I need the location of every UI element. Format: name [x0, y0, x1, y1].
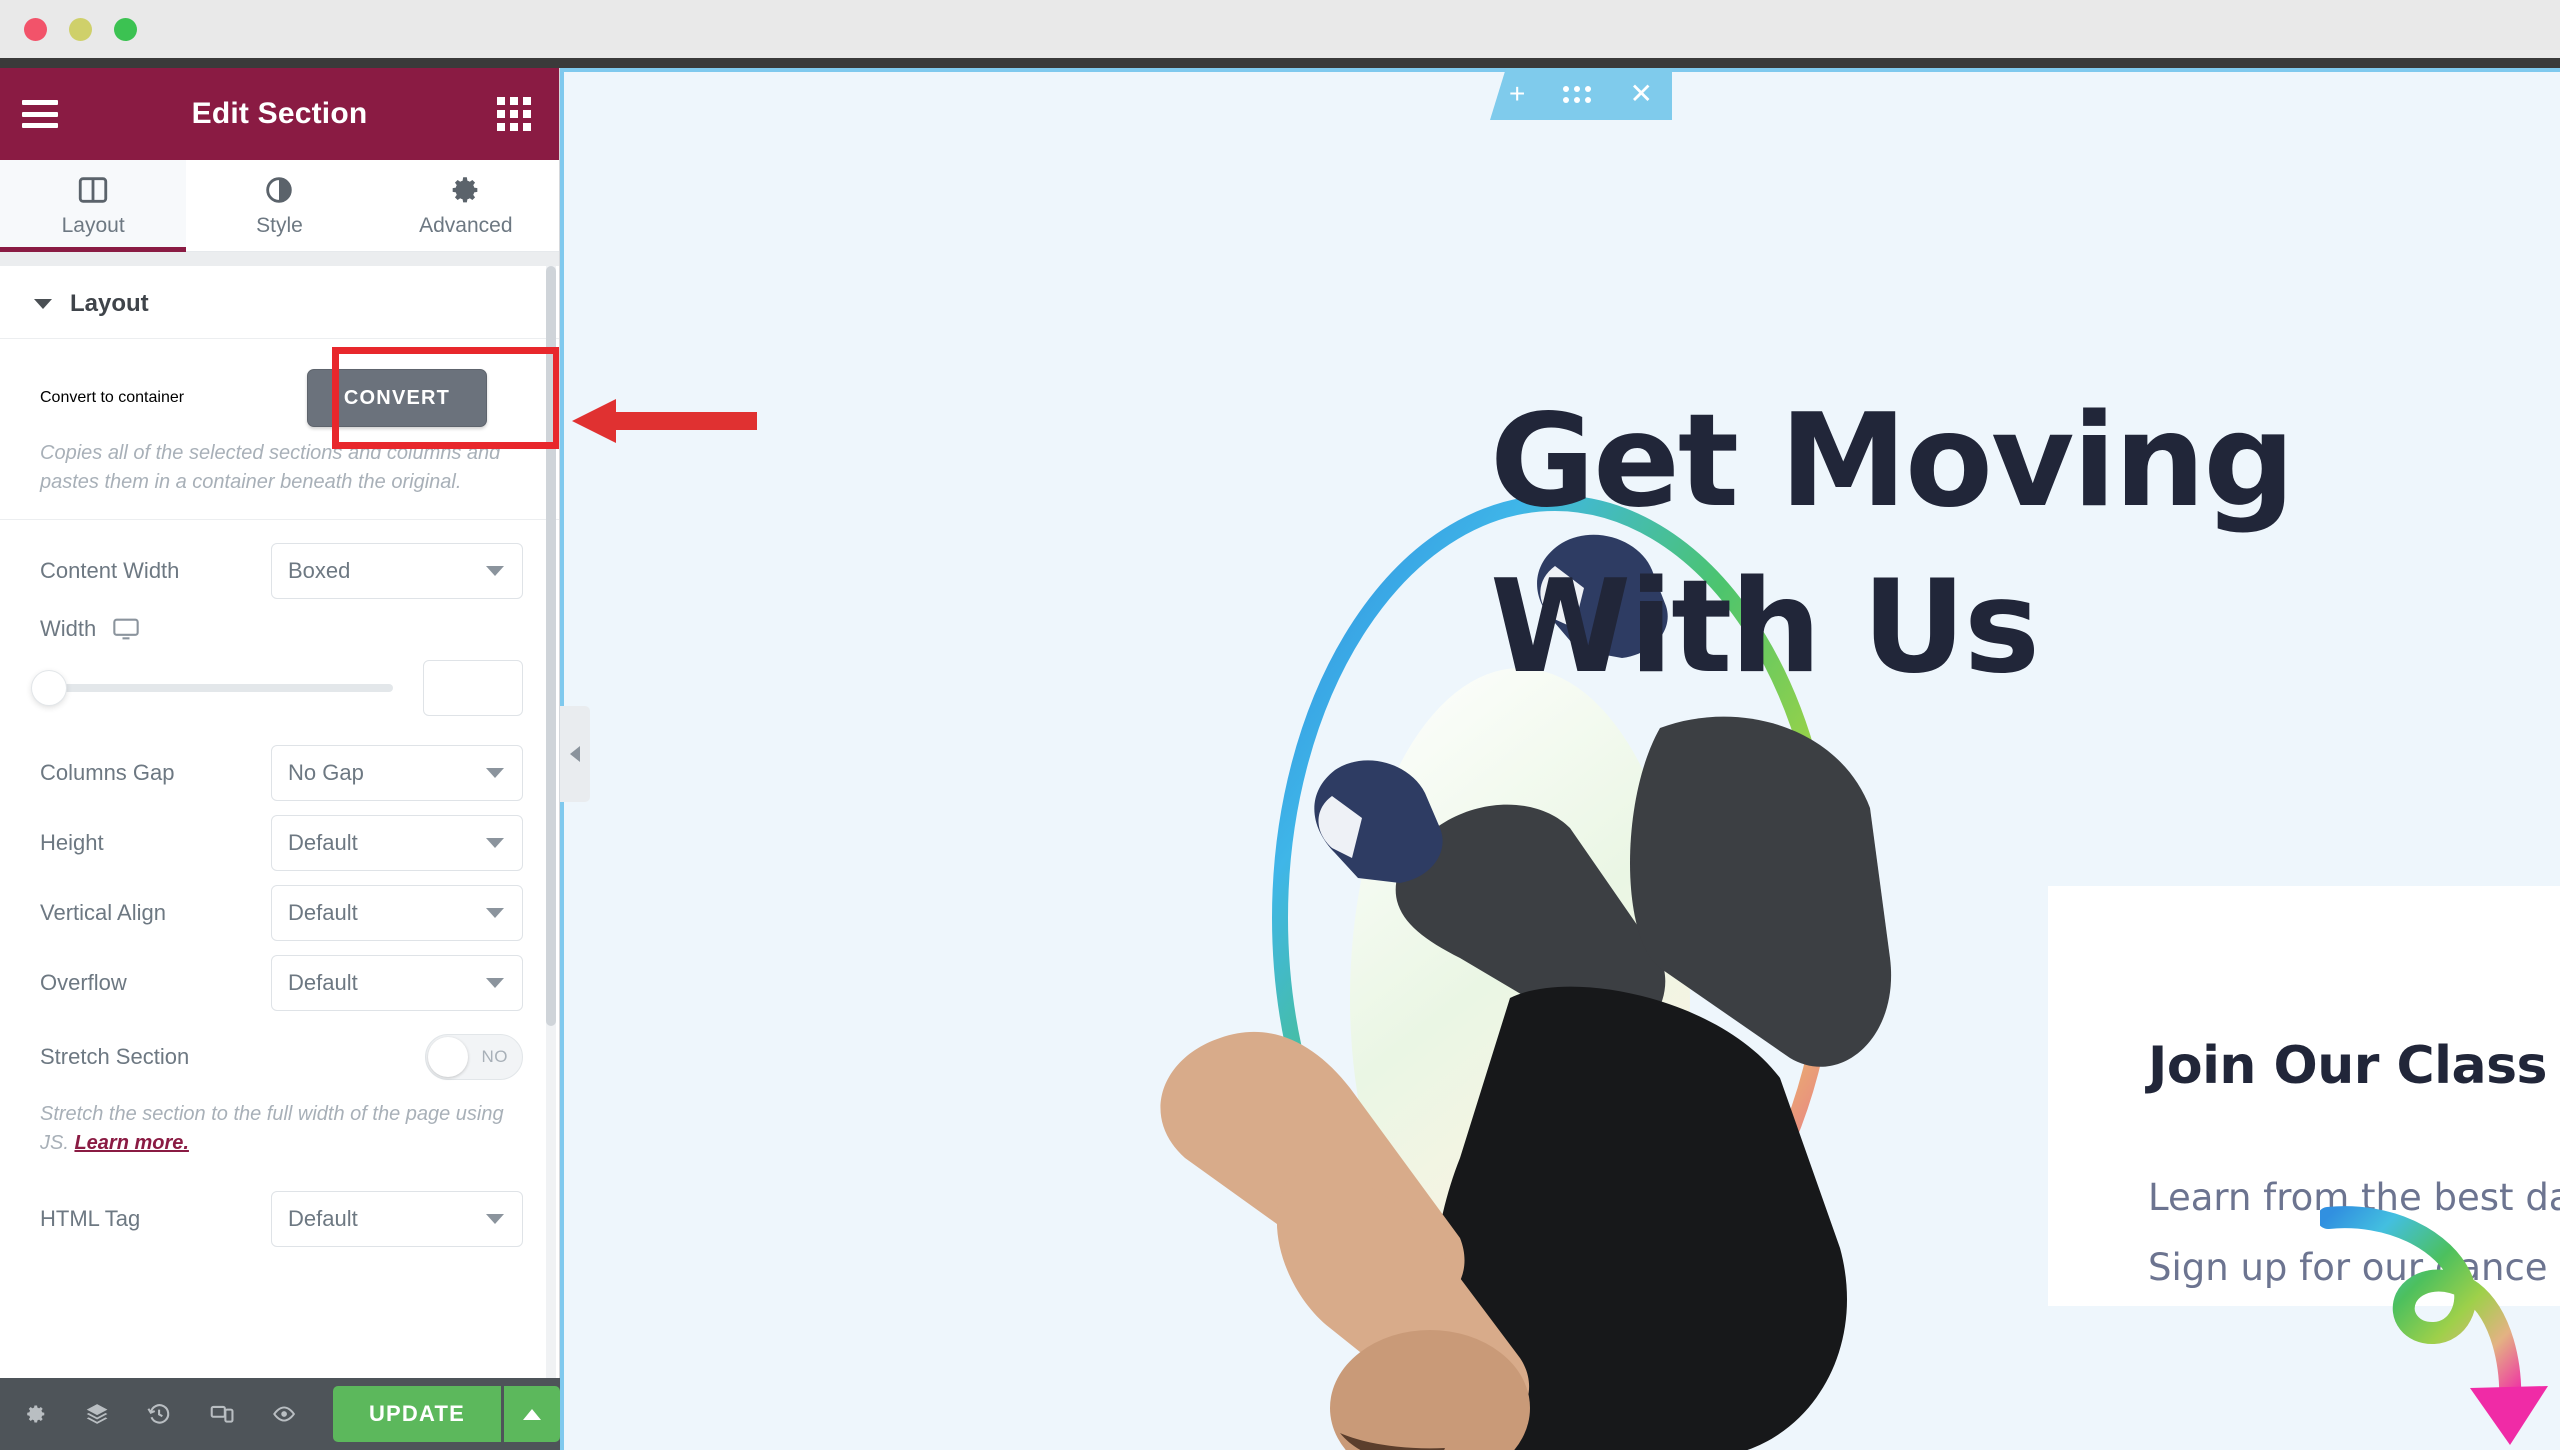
close-x-icon[interactable]: ✕	[1629, 80, 1652, 108]
gear-icon	[452, 177, 478, 203]
height-value: Default	[288, 830, 358, 855]
stretch-section-toggle-value: NO	[481, 1047, 508, 1066]
field-height: Height Default	[0, 808, 559, 878]
plus-icon[interactable]: +	[1509, 80, 1525, 108]
layout-section-label: Layout	[70, 290, 149, 317]
tab-style-label: Style	[256, 214, 303, 237]
editor-sidebar: Edit Section Layout Style Advanced Layou…	[0, 68, 560, 1450]
content-width-label: Content Width	[40, 558, 180, 583]
overflow-select[interactable]: Default	[271, 955, 523, 1011]
update-options-button[interactable]	[504, 1386, 560, 1442]
overflow-value: Default	[288, 970, 358, 995]
apps-grid-icon[interactable]	[497, 97, 531, 131]
close-window-button[interactable]	[24, 18, 47, 41]
columns-gap-value: No Gap	[288, 760, 364, 785]
history-clock-icon[interactable]	[146, 1397, 172, 1431]
html-tag-select[interactable]: Default	[271, 1191, 523, 1247]
stretch-section-toggle[interactable]: NO	[425, 1034, 523, 1080]
page-title: Edit Section	[191, 97, 368, 130]
field-overflow: Overflow Default	[0, 948, 559, 1018]
editor-bottom-toolbar: UPDATE	[0, 1378, 560, 1450]
preview-canvas: + ✕ Get Moving With Us Join Our Class Le…	[560, 68, 2560, 1450]
overflow-label: Overflow	[40, 970, 127, 995]
window-titlebar	[0, 0, 2560, 58]
layout-section-header[interactable]: Layout	[0, 266, 559, 339]
content-width-value: Boxed	[288, 558, 351, 583]
hamburger-icon[interactable]	[22, 100, 58, 128]
chevron-down-icon	[486, 908, 504, 918]
chevron-left-icon	[570, 746, 580, 762]
toggle-knob	[428, 1037, 468, 1077]
navigator-layers-icon[interactable]	[84, 1397, 110, 1431]
responsive-devices-icon[interactable]	[209, 1397, 235, 1431]
vertical-align-value: Default	[288, 900, 358, 925]
hero-line-1: Get Moving	[1490, 387, 2295, 536]
tab-advanced-label: Advanced	[419, 214, 513, 237]
field-content-width: Content Width Boxed	[0, 536, 559, 606]
html-tag-value: Default	[288, 1206, 358, 1231]
desktop-monitor-icon[interactable]	[112, 617, 140, 641]
hero-heading: Get Moving With Us	[1490, 398, 2490, 692]
vertical-align-select[interactable]: Default	[271, 885, 523, 941]
chevron-down-icon	[486, 978, 504, 988]
section-handle-toolbar: + ✕	[1490, 68, 1672, 120]
field-html-tag: HTML Tag Default	[0, 1184, 559, 1254]
convert-to-container-row: Convert to container CONVERT	[0, 347, 559, 449]
tab-advanced[interactable]: Advanced	[372, 160, 559, 251]
field-vertical-align: Vertical Align Default	[0, 878, 559, 948]
update-button-group: UPDATE	[332, 1386, 560, 1442]
red-pointer-arrow	[572, 399, 757, 443]
update-button[interactable]: UPDATE	[332, 1386, 501, 1442]
maximize-window-button[interactable]	[114, 18, 137, 41]
field-columns-gap: Columns Gap No Gap	[0, 738, 559, 808]
field-width: Width	[0, 606, 559, 642]
columns-gap-label: Columns Gap	[40, 760, 175, 785]
preview-eye-icon[interactable]	[271, 1397, 297, 1431]
panel-tabs: Layout Style Advanced	[0, 160, 559, 252]
width-value-input[interactable]	[423, 660, 523, 716]
content-width-select[interactable]: Boxed	[271, 543, 523, 599]
width-slider[interactable]	[32, 671, 393, 705]
height-select[interactable]: Default	[271, 815, 523, 871]
tab-style[interactable]: Style	[186, 160, 373, 251]
chevron-down-icon	[486, 838, 504, 848]
contrast-half-circle-icon	[266, 177, 293, 203]
gradient-swirl-arrow-graphic	[2320, 1206, 2548, 1445]
width-slider-handle[interactable]	[32, 671, 66, 705]
convert-button[interactable]: CONVERT	[307, 369, 487, 427]
app-window: Edit Section Layout Style Advanced Layou…	[0, 0, 2560, 1450]
vertical-align-label: Vertical Align	[40, 900, 166, 925]
chevron-up-icon	[523, 1408, 541, 1420]
height-label: Height	[40, 830, 104, 855]
chevron-down-icon	[486, 1214, 504, 1224]
field-divider	[0, 519, 559, 520]
field-stretch-section: Stretch Section NO	[0, 1018, 559, 1096]
drag-dots-icon[interactable]	[1563, 85, 1592, 103]
stretch-section-hint: Stretch the section to the full width of…	[0, 1096, 559, 1158]
panel-header: Edit Section	[0, 68, 559, 160]
panel-divider	[0, 252, 559, 266]
columns-icon	[78, 177, 108, 203]
convert-label: Convert to container	[40, 389, 185, 406]
settings-gear-icon[interactable]	[22, 1397, 48, 1431]
stretch-section-label: Stretch Section	[40, 1044, 190, 1069]
panel-body: Layout Convert to container CONVERT Copi…	[0, 266, 559, 1406]
tab-layout-label: Layout	[61, 214, 125, 237]
chevron-down-icon	[486, 566, 504, 576]
html-tag-label: HTML Tag	[40, 1206, 141, 1231]
collapse-panel-button[interactable]	[560, 706, 590, 802]
hero-line-2: With Us	[1490, 553, 2040, 702]
convert-hint: Copies all of the selected sections and …	[40, 442, 501, 493]
traffic-lights	[24, 18, 137, 41]
card-heading: Join Our Class	[2148, 1036, 2547, 1096]
chevron-down-icon	[34, 299, 52, 309]
chevron-down-icon	[486, 768, 504, 778]
learn-more-link[interactable]: Learn more.	[74, 1132, 188, 1154]
width-slider-row	[0, 642, 559, 738]
tab-layout[interactable]: Layout	[0, 160, 187, 252]
minimize-window-button[interactable]	[69, 18, 92, 41]
browser-chrome-strip	[0, 58, 2560, 68]
width-label: Width	[40, 616, 97, 641]
columns-gap-select[interactable]: No Gap	[271, 745, 523, 801]
